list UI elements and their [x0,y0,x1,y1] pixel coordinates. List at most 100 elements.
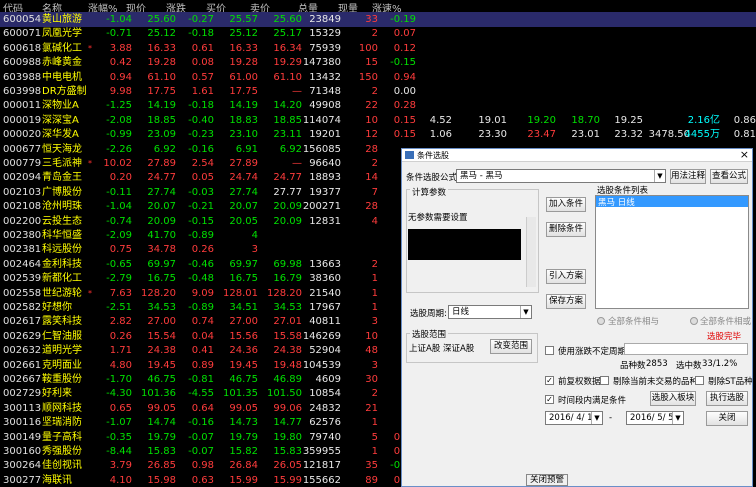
date-separator: - [609,413,613,423]
prefix-checkbox[interactable]: ✓ [545,376,554,385]
cell-ask: 26.05 [273,460,302,472]
radio-and[interactable] [597,317,605,325]
cell-code: 002661 [3,359,42,371]
cell-star: * [88,43,92,53]
date-from-select[interactable]: 2016/ 4/ 1 ▼ [545,411,603,425]
cell-name: 好想你 [42,302,72,313]
cell-pct: -0.35 [106,431,132,443]
cell-chg: -0.16 [188,417,214,429]
custom-period-checkbox[interactable] [545,346,554,355]
table-row[interactable]: 603988 中电电机 0.94 61.10 0.57 61.00 61.10 13432 15… [0,70,756,85]
cell-name: 金利科技 [42,258,82,270]
table-row[interactable]: 600618 氯碱化工 * 3.88 16.33 0.61 16.33 16.34 75939 1… [0,41,756,56]
cell-pct: 0.42 [109,57,132,69]
cell-code: 002200 [3,215,42,227]
cell-cur: 7 [371,186,378,198]
cell-vol: 40811 [309,316,341,328]
cell-cur: 2 [371,86,378,97]
cell-chg: 2.54 [191,158,214,169]
cell-pct: 3.88 [109,42,132,54]
prefix-label: 前复权数据 [558,377,601,387]
cell-code: 600054 [3,14,42,25]
extra-cell: 19.20 [527,114,556,126]
cell-cur: 28 [365,143,378,155]
cell-bid: 27.74 [229,186,258,198]
import-plan-button[interactable]: 引入方案 [546,269,586,284]
cell-cur: 89 [365,474,378,486]
cell-cur: 2 [371,388,378,400]
cell-name: 中电电机 [42,71,82,83]
cell-bid: 24.74 [229,172,258,184]
date-to-select[interactable]: 2016/ 5/ 5 ▼ [626,411,684,425]
cell-spd: 0.00 [393,86,416,97]
add-condition-button[interactable]: 加入条件 [546,197,586,212]
cell-pct: -8.44 [106,446,132,457]
cell-chg: 0.05 [191,172,214,184]
table-row[interactable]: 000019 深深宝A -2.08 18.85 -0.40 18.83 18.85 11407… [0,113,756,128]
table-row[interactable]: 603998 DR方盛制 9.98 17.75 1.61 17.75 — 71348 2 0.00 [0,84,756,99]
cell-pct: -2.79 [106,273,132,285]
cell-vol: 156085 [302,143,341,155]
time-range-checkbox[interactable]: ✓ [545,395,554,404]
save-plan-button[interactable]: 保存方案 [546,294,586,309]
cell-vol: 121817 [302,460,341,472]
cell-price: 14.19 [147,100,176,112]
table-row[interactable]: 600054 黄山旅游 -1.04 25.60 -0.27 25.57 25.60 23849… [0,12,756,27]
cell-cur: 28 [365,201,378,213]
cell-chg: 0.63 [191,474,214,486]
table-row[interactable]: 600071 凤凰光学 -0.71 25.12 -0.18 25.12 25.17 15329… [0,26,756,41]
radio-or[interactable] [690,317,698,325]
params-label: 计算参数 [410,186,449,198]
cell-vol: 146269 [302,330,341,342]
run-select-button[interactable]: 执行选股 [706,391,748,406]
cell-vol: 18893 [309,172,341,184]
table-row[interactable]: 000020 深华发A -0.99 23.09 -0.23 23.10 23.11 19201… [0,127,756,142]
cell-cur: 48 [365,345,378,357]
st-checkbox[interactable] [695,376,704,385]
close-icon[interactable]: × [740,148,749,161]
table-row[interactable]: 600988 赤峰黄金 0.42 19.28 0.08 19.28 19.29 147380 1… [0,55,756,70]
table-row[interactable]: 000011 深物业A -1.25 14.19 -0.18 14.19 14.20 49908… [0,98,756,113]
chevron-down-icon: ▼ [520,306,531,318]
cell-bid: 16.33 [229,42,258,54]
params-text: 无参数需要设置 [408,213,468,223]
cell-chg: -0.40 [188,114,214,126]
close-alert-button[interactable]: 关闭预警 [526,474,569,486]
cell-bid: 17.75 [229,86,258,97]
delete-condition-button[interactable]: 删除条件 [546,222,586,237]
cell-cur: 35 [365,460,378,472]
view-formula-button[interactable]: 查看公式 [710,169,748,184]
cell-cur: 15 [365,57,378,69]
cell-name: 秀强股份 [42,446,82,457]
cell-name: 顺网科技 [42,402,82,414]
custom-period-input[interactable] [624,343,748,355]
cell-spd: 0.07 [393,28,416,40]
cell-bid: 46.75 [229,374,258,385]
cell-name: DR方盛制 [42,86,87,97]
cell-ask: 25.17 [273,28,302,40]
cell-pct: 0.20 [109,172,132,184]
formula-select[interactable]: 黑马 - 黑马 ▼ [456,169,666,183]
close-dialog-button[interactable]: 关闭 [706,411,748,426]
dialog-title-bar: 条件选股 × [402,148,752,162]
period-select[interactable]: 日线 ▼ [448,305,532,319]
cell-name: 海联讯 [42,474,72,486]
cell-chg: -0.16 [188,143,214,155]
cell-bid: 26.84 [229,460,258,472]
change-range-button[interactable]: 改变范围 [490,339,532,354]
cell-chg: -0.07 [188,446,214,457]
cell-price: 46.75 [147,374,176,385]
cell-bid: 23.10 [229,129,258,141]
condition-list-item[interactable]: 黑马 日线 [596,196,748,208]
cell-price: 99.05 [147,402,176,414]
params-scrollbar[interactable] [526,217,536,287]
usage-button[interactable]: 用法注释 [670,169,706,184]
period-label: 选股周期: [410,309,447,319]
cell-price: 34.78 [147,244,176,256]
cell-price: 101.36 [141,388,176,400]
select-to-board-button[interactable]: 选股入板块 [650,391,696,406]
nontrade-checkbox[interactable] [600,376,609,385]
condition-list[interactable]: 黑马 日线 [595,195,749,309]
cell-cur: 100 [358,42,378,54]
cell-bid: 34.51 [229,302,258,313]
